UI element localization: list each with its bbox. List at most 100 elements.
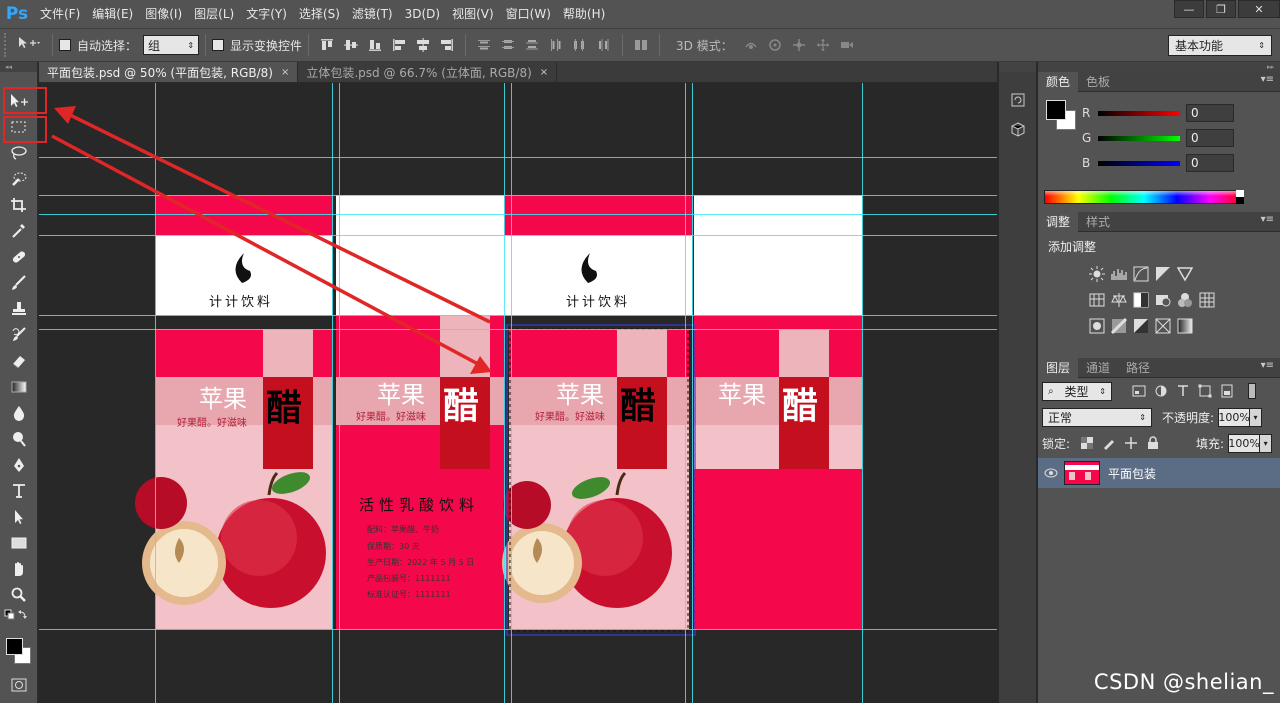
- 3d-slide-icon[interactable]: [814, 37, 832, 53]
- type-tool-icon[interactable]: [0, 478, 38, 504]
- doc-tab-flat[interactable]: 平面包装.psd @ 50% (平面包装, RGB/8) ×: [39, 62, 299, 82]
- brush-tool-icon[interactable]: [0, 270, 38, 296]
- red-slider[interactable]: [1098, 110, 1180, 116]
- red-value-field[interactable]: 0: [1186, 104, 1234, 122]
- blue-channel[interactable]: B 0: [1082, 152, 1278, 174]
- panel-menu-icon[interactable]: ▾≡: [1261, 360, 1274, 371]
- guide-vertical[interactable]: [155, 83, 156, 703]
- dock-header[interactable]: [999, 62, 1036, 72]
- close-tab-icon[interactable]: ×: [540, 67, 548, 78]
- blur-tool-icon[interactable]: [0, 400, 38, 426]
- red-channel[interactable]: R 0: [1082, 102, 1278, 124]
- fill-dropdown-icon[interactable]: ▾: [1260, 433, 1273, 453]
- tab-layers[interactable]: 图层: [1038, 357, 1079, 378]
- tab-channels[interactable]: 通道: [1078, 358, 1118, 378]
- guide-horizontal[interactable]: [39, 157, 997, 158]
- guide-vertical[interactable]: [511, 83, 512, 703]
- default-colors-icon[interactable]: [0, 608, 38, 622]
- guide-vertical[interactable]: [339, 83, 340, 703]
- 3d-pan-icon[interactable]: [790, 37, 808, 53]
- move-tool-preset-icon[interactable]: [12, 36, 46, 54]
- path-selection-tool-icon[interactable]: [0, 504, 38, 530]
- levels-icon[interactable]: [1111, 266, 1127, 282]
- quick-selection-tool-icon[interactable]: [0, 166, 38, 192]
- blue-slider[interactable]: [1098, 160, 1180, 166]
- move-tool-icon[interactable]: [0, 88, 38, 114]
- menu-layer[interactable]: 图层(L): [188, 0, 240, 28]
- crop-tool-icon[interactable]: [0, 192, 38, 218]
- channel-mixer-icon[interactable]: [1177, 292, 1193, 308]
- photo-filter-icon[interactable]: [1155, 292, 1171, 308]
- restore-button[interactable]: ❐: [1206, 0, 1236, 18]
- smart-object-filter-icon[interactable]: [1220, 384, 1234, 398]
- black-white-icon[interactable]: [1133, 292, 1149, 308]
- lock-all-icon[interactable]: [1146, 436, 1160, 450]
- black-white-swatch[interactable]: [1236, 190, 1244, 204]
- guide-vertical[interactable]: [504, 83, 505, 703]
- panels-header[interactable]: ▸▸: [1038, 62, 1280, 72]
- history-brush-tool-icon[interactable]: [0, 322, 38, 348]
- menu-filter[interactable]: 滤镜(T): [346, 0, 399, 28]
- blue-value-field[interactable]: 0: [1186, 154, 1234, 172]
- align-top-icon[interactable]: [318, 37, 336, 53]
- tab-styles[interactable]: 样式: [1078, 212, 1118, 232]
- tab-color[interactable]: 颜色: [1038, 71, 1079, 92]
- 3d-panel-icon[interactable]: [1005, 118, 1031, 142]
- color-balance-icon[interactable]: [1111, 292, 1127, 308]
- panel-menu-icon[interactable]: ▾≡: [1261, 74, 1274, 85]
- guide-horizontal[interactable]: [39, 629, 997, 630]
- vibrance-icon[interactable]: [1177, 266, 1193, 282]
- guide-vertical[interactable]: [332, 83, 333, 703]
- pen-tool-icon[interactable]: [0, 452, 38, 478]
- filter-toggle[interactable]: [1248, 383, 1256, 399]
- layer-filter-dropdown[interactable]: ⌕ 类型 ⇕: [1042, 381, 1112, 401]
- eraser-tool-icon[interactable]: [0, 348, 38, 374]
- adjustment-filter-icon[interactable]: [1154, 384, 1168, 398]
- curves-icon[interactable]: [1133, 266, 1149, 282]
- tab-paths[interactable]: 路径: [1118, 358, 1158, 378]
- type-filter-icon[interactable]: [1176, 384, 1190, 398]
- eye-icon[interactable]: [1038, 468, 1064, 478]
- rectangle-tool-icon[interactable]: [0, 530, 38, 556]
- invert-icon[interactable]: [1089, 318, 1105, 334]
- healing-brush-tool-icon[interactable]: [0, 244, 38, 270]
- guide-horizontal[interactable]: [39, 235, 997, 236]
- clone-stamp-tool-icon[interactable]: [0, 296, 38, 322]
- foreground-color-swatch[interactable]: [1046, 100, 1066, 120]
- gradient-map-icon[interactable]: [1177, 318, 1193, 334]
- dodge-tool-icon[interactable]: [0, 426, 38, 452]
- history-panel-icon[interactable]: [1005, 88, 1031, 112]
- distribute-vcenter-icon[interactable]: [499, 37, 517, 53]
- menu-3d[interactable]: 3D(D): [399, 0, 446, 28]
- gradient-tool-icon[interactable]: [0, 374, 38, 400]
- blend-mode-dropdown[interactable]: 正常 ⇕: [1042, 407, 1152, 427]
- brightness-icon[interactable]: [1089, 266, 1105, 282]
- fill-field[interactable]: 100%: [1228, 433, 1261, 453]
- zoom-tool-icon[interactable]: [0, 582, 38, 608]
- pixel-filter-icon[interactable]: [1132, 384, 1146, 398]
- align-bottom-icon[interactable]: [366, 37, 384, 53]
- guide-vertical[interactable]: [685, 83, 686, 703]
- quick-mask-icon[interactable]: [0, 672, 38, 698]
- layer-row[interactable]: 平面包装: [1038, 458, 1280, 488]
- checkbox-icon[interactable]: [212, 39, 225, 51]
- distribute-left-icon[interactable]: [547, 37, 565, 53]
- menu-type[interactable]: 文字(Y): [240, 0, 293, 28]
- options-grip[interactable]: [4, 33, 12, 57]
- green-slider[interactable]: [1098, 135, 1180, 141]
- 3d-rotate-icon[interactable]: [742, 37, 760, 53]
- hue-saturation-icon[interactable]: [1089, 292, 1105, 308]
- lock-position-icon[interactable]: [1124, 436, 1138, 450]
- green-channel[interactable]: G 0: [1082, 127, 1278, 149]
- checkbox-icon[interactable]: [59, 39, 71, 51]
- guide-horizontal[interactable]: [39, 195, 997, 196]
- align-left-icon[interactable]: [390, 37, 408, 53]
- distribute-top-icon[interactable]: [475, 37, 493, 53]
- distribute-hcenter-icon[interactable]: [571, 37, 589, 53]
- layer-name[interactable]: 平面包装: [1108, 465, 1156, 482]
- align-right-icon[interactable]: [438, 37, 456, 53]
- menu-view[interactable]: 视图(V): [446, 0, 500, 28]
- foreground-color-swatch[interactable]: [6, 638, 23, 655]
- menu-file[interactable]: 文件(F): [34, 0, 86, 28]
- color-lookup-icon[interactable]: [1199, 292, 1215, 308]
